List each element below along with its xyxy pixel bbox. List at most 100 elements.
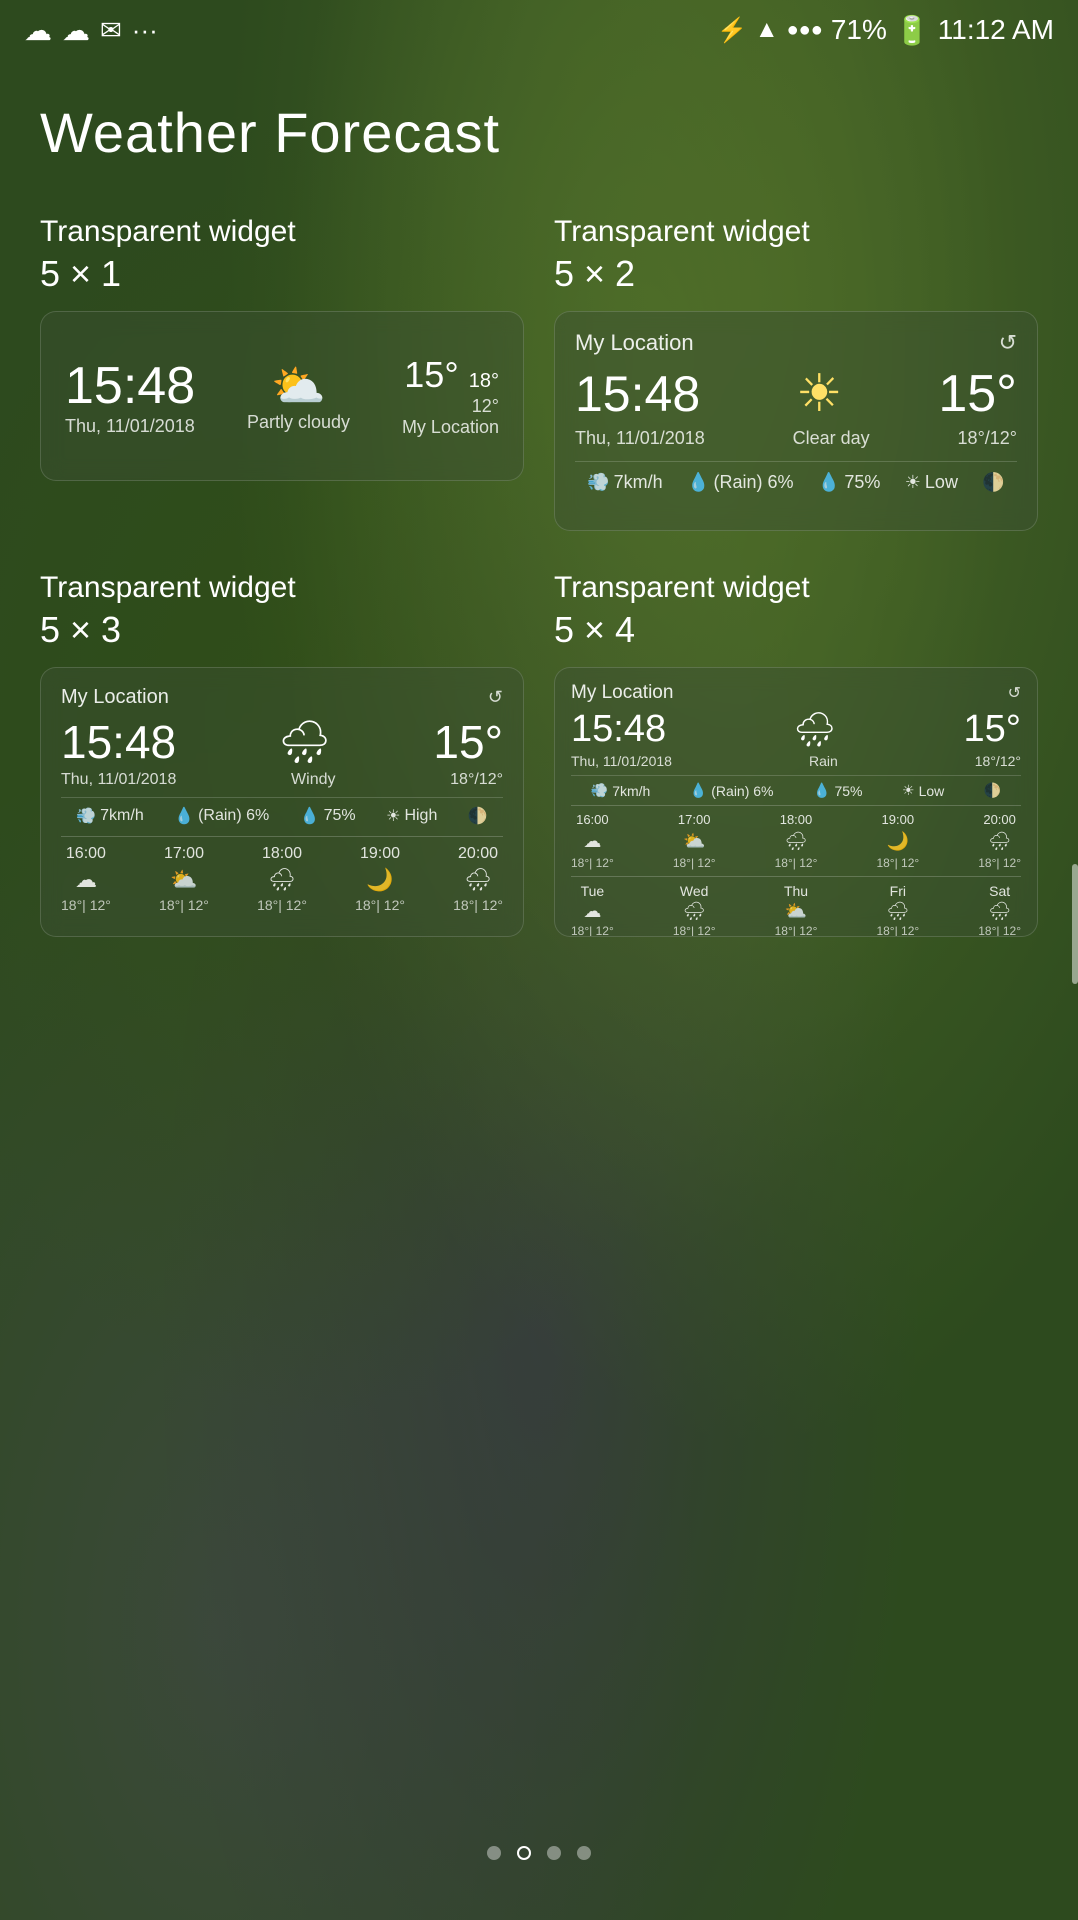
wind-icon-5x4: 💨 bbox=[591, 782, 608, 799]
widget-5x4-location: My Location bbox=[571, 682, 673, 704]
widget-5x4-rain: 💧 (Rain) 6% bbox=[690, 782, 774, 799]
widget-5x3-refresh-icon: ↺ bbox=[488, 687, 503, 708]
widget-5x1-section: Transparent widget 5 × 1 15:48 Thu, 11/0… bbox=[40, 215, 524, 531]
weekly-item: Thu ⛅ 18°| 12° bbox=[775, 883, 818, 937]
widget-5x3-rain: 💧 (Rain) 6% bbox=[174, 806, 269, 826]
widget-5x2-label: Transparent widget bbox=[554, 215, 1038, 249]
widget-5x3-section: Transparent widget 5 × 3 My Location ↺ 1… bbox=[40, 571, 524, 937]
widget-5x4-main-row: 15:48 🌧 15° bbox=[571, 708, 1021, 751]
uv-icon-5x4: ☀ bbox=[902, 782, 915, 799]
widget-5x3-card[interactable]: My Location ↺ 15:48 🌧 15° Thu, 11/01/201… bbox=[40, 667, 524, 937]
rain-icon: 💧 bbox=[687, 472, 709, 493]
humidity-icon-5x4: 💧 bbox=[813, 782, 830, 799]
widget-5x3-weather-desc: Windy bbox=[291, 771, 335, 789]
clock: 11:12 AM bbox=[938, 14, 1054, 46]
widget-5x1-card[interactable]: 15:48 Thu, 11/01/2018 ⛅ Partly cloudy 15… bbox=[40, 311, 524, 481]
mail-icon: ✉ bbox=[100, 15, 122, 46]
rain-icon-5x3: 💧 bbox=[174, 806, 194, 826]
widget-5x1-time: 15:48 bbox=[65, 356, 195, 416]
weekly-item: Fri 🌧 18°| 12° bbox=[876, 883, 919, 937]
forecast-item: 20:00 🌧 18°| 12° bbox=[978, 812, 1021, 870]
weekly-item: Sat 🌧 18°| 12° bbox=[978, 883, 1021, 937]
widget-5x3-sub-row: Thu, 11/01/2018 Windy 18°/12° bbox=[61, 771, 503, 789]
widget-5x1-temp-block: 15° 18° 12° My Location bbox=[402, 354, 499, 438]
main-content: Weather Forecast Transparent widget 5 × … bbox=[0, 80, 1078, 1920]
widget-5x1-temp-range: 12° bbox=[402, 396, 499, 417]
widget-5x2-humidity: 💧 75% bbox=[818, 472, 880, 493]
widget-5x4-uv: ☀ Low bbox=[902, 782, 944, 799]
widget-5x2-size: 5 × 2 bbox=[554, 253, 1038, 295]
widget-5x4-topbar: My Location ↺ bbox=[571, 682, 1021, 704]
widget-5x4-weather-icon: 🌧 bbox=[793, 710, 836, 750]
moon-icon: 🌓 bbox=[982, 472, 1004, 493]
forecast-item: 19:00 🌙 18°| 12° bbox=[355, 845, 405, 913]
status-icons-right: ⚡ ▲ ●●● 71% 🔋 11:12 AM bbox=[717, 14, 1054, 47]
widget-5x3-location: My Location bbox=[61, 686, 169, 709]
widgets-grid: Transparent widget 5 × 1 15:48 Thu, 11/0… bbox=[40, 215, 1038, 937]
widget-5x2-refresh-icon: ↺ bbox=[999, 330, 1017, 356]
widget-5x2-rain: 💧 (Rain) 6% bbox=[687, 472, 793, 493]
moon-icon-5x3: 🌓 bbox=[468, 806, 488, 826]
widget-5x2-card[interactable]: My Location ↺ 15:48 ☀ 15° Thu, 11/01/201… bbox=[554, 311, 1038, 531]
widget-5x1-temp-high: 18° bbox=[469, 370, 499, 392]
wifi-icon: ▲ bbox=[755, 16, 779, 44]
cloud-icon-1: ☁ bbox=[24, 14, 52, 47]
widget-5x1-weather-block: ⛅ Partly cloudy bbox=[247, 360, 350, 433]
widget-5x2-time: 15:48 bbox=[575, 365, 700, 423]
widget-5x1-temp-main: 15° 18° bbox=[402, 354, 499, 396]
page-dot-2[interactable] bbox=[517, 1846, 531, 1860]
wind-icon-5x3: 💨 bbox=[76, 806, 96, 826]
forecast-item: 16:00 ☁ 18°| 12° bbox=[61, 845, 111, 913]
widget-5x3-temp-range: 18°/12° bbox=[450, 771, 503, 789]
signal-icon: ●●● bbox=[787, 19, 823, 42]
widget-5x2-topbar: My Location ↺ bbox=[575, 330, 1017, 356]
bluetooth-icon: ⚡ bbox=[717, 16, 747, 45]
uv-icon: ☀ bbox=[905, 472, 921, 493]
weekly-item: Tue ☁ 18°| 12° bbox=[571, 883, 614, 937]
widget-5x2-temp: 15° bbox=[938, 365, 1017, 423]
widget-5x3-humidity: 💧 75% bbox=[300, 806, 356, 826]
widget-5x4-size: 5 × 4 bbox=[554, 609, 1038, 651]
weekly-item: Wed 🌧 18°| 12° bbox=[673, 883, 716, 937]
page-dot-3[interactable] bbox=[547, 1846, 561, 1860]
widget-5x1-label: Transparent widget bbox=[40, 215, 524, 249]
widget-5x4-humidity: 💧 75% bbox=[813, 782, 862, 799]
widget-5x1-date: Thu, 11/01/2018 bbox=[65, 416, 195, 437]
widget-5x4-wind: 💨 7km/h bbox=[591, 782, 651, 799]
uv-icon-5x3: ☀ bbox=[386, 806, 400, 826]
widget-5x2-wind: 💨 7km/h bbox=[587, 472, 662, 493]
widget-5x4-forecast-row: 16:00 ☁ 18°| 12° 17:00 ⛅ 18°| 12° 18:00 … bbox=[571, 805, 1021, 870]
widget-5x4-moon: 🌓 bbox=[984, 782, 1001, 799]
page-dot-1[interactable] bbox=[487, 1846, 501, 1860]
forecast-item: 19:00 🌙 18°| 12° bbox=[876, 812, 919, 870]
widget-5x3-moon: 🌓 bbox=[468, 806, 488, 826]
widget-5x2-location: My Location bbox=[575, 330, 694, 356]
widget-5x2-date: Thu, 11/01/2018 bbox=[575, 428, 705, 449]
scroll-indicator bbox=[1072, 864, 1078, 984]
widget-5x1-location: My Location bbox=[402, 417, 499, 438]
widget-5x2-main-row: 15:48 ☀ 15° bbox=[575, 364, 1017, 424]
widget-5x3-wind: 💨 7km/h bbox=[76, 806, 144, 826]
widget-5x2-sub-row: Thu, 11/01/2018 Clear day 18°/12° bbox=[575, 428, 1017, 449]
widget-5x3-uv: ☀ High bbox=[386, 806, 437, 826]
battery-label: 71% bbox=[831, 14, 887, 46]
widget-5x4-refresh-icon: ↺ bbox=[1008, 683, 1021, 703]
widget-5x3-label: Transparent widget bbox=[40, 571, 524, 605]
forecast-item: 17:00 ⛅ 18°| 12° bbox=[159, 845, 209, 913]
forecast-item: 16:00 ☁ 18°| 12° bbox=[571, 812, 614, 870]
widget-5x3-forecast-row: 16:00 ☁ 18°| 12° 17:00 ⛅ 18°| 12° 18:00 … bbox=[61, 836, 503, 913]
page-dot-4[interactable] bbox=[577, 1846, 591, 1860]
widget-5x4-time: 15:48 bbox=[571, 708, 666, 751]
widget-5x2-uv: ☀ Low bbox=[905, 472, 958, 493]
widget-5x2-sun-icon: ☀ bbox=[796, 364, 843, 424]
widget-5x1-size: 5 × 1 bbox=[40, 253, 524, 295]
widget-5x4-label: Transparent widget bbox=[554, 571, 1038, 605]
cloud-icon-2: ☁ bbox=[62, 14, 90, 47]
widget-5x3-weather-icon: 🌧 bbox=[278, 718, 331, 767]
widget-5x4-card[interactable]: My Location ↺ 15:48 🌧 15° Thu, 11/01/201… bbox=[554, 667, 1038, 937]
widget-5x3-time: 15:48 bbox=[61, 715, 176, 769]
widget-5x3-date: Thu, 11/01/2018 bbox=[61, 771, 176, 789]
moon-icon-5x4: 🌓 bbox=[984, 782, 1001, 799]
forecast-item: 18:00 🌧 18°| 12° bbox=[257, 845, 307, 913]
widget-5x4-temp-range: 18°/12° bbox=[975, 753, 1021, 769]
